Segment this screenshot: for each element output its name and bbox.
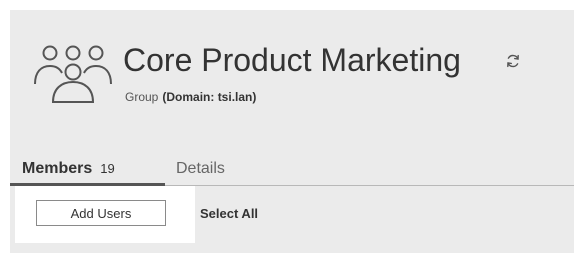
group-header-panel: Core Product Marketing Group (Domain: tsi… bbox=[10, 10, 574, 253]
group-type-label: Group bbox=[125, 90, 159, 104]
tab-members-label: Members bbox=[22, 160, 93, 177]
page-title: Core Product Marketing bbox=[123, 42, 461, 78]
tab-details-label: Details bbox=[176, 160, 225, 177]
refresh-icon[interactable] bbox=[505, 53, 521, 69]
tab-bar: Members 19 Details bbox=[10, 154, 574, 186]
domain-label: (Domain: tsi.lan) bbox=[162, 90, 257, 104]
select-all-link[interactable]: Select All bbox=[200, 206, 258, 221]
group-icon bbox=[34, 45, 112, 103]
add-users-button[interactable]: Add Users bbox=[36, 200, 166, 226]
group-subtitle: Group (Domain: tsi.lan) bbox=[125, 90, 256, 104]
tab-members[interactable]: Members 19 bbox=[22, 160, 115, 178]
members-count-badge: 19 bbox=[100, 161, 115, 176]
tab-details[interactable]: Details bbox=[176, 160, 225, 178]
